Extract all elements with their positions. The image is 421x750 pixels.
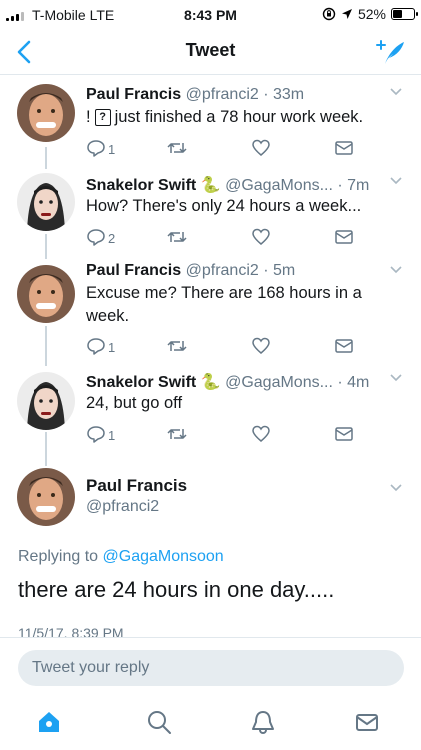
tweet-actions: 1 [86, 139, 386, 159]
user-handle: @GagaMons... [225, 177, 333, 194]
battery-fill [393, 10, 403, 18]
message-button[interactable] [334, 228, 354, 249]
display-name[interactable]: Snakelor Swift [86, 374, 196, 391]
reply-button[interactable]: 1 [86, 425, 115, 446]
user-handle: @pfranci2 [185, 262, 259, 279]
main-tweet-text: there are 24 hours in one day..... [18, 577, 335, 602]
lock-rotation-icon [322, 7, 336, 21]
reply-count: 2 [108, 231, 116, 246]
reply-count: 1 [108, 428, 116, 443]
like-icon [251, 337, 271, 358]
tweet-time: 33m [273, 86, 305, 103]
replying-to: Replying to @GagaMonsoon [18, 548, 224, 565]
user-handle[interactable]: @pfranci2 [86, 498, 159, 516]
reply-button[interactable]: 1 [86, 337, 115, 358]
messages-icon[interactable] [353, 708, 381, 736]
retweet-button[interactable] [166, 337, 188, 358]
like-button[interactable] [251, 425, 271, 446]
reply-button[interactable]: 2 [86, 228, 115, 249]
page-title: Tweet [185, 40, 236, 60]
avatar[interactable] [17, 173, 75, 231]
retweet-icon [166, 139, 188, 160]
compose-icon[interactable] [375, 36, 407, 68]
home-icon[interactable] [35, 708, 63, 736]
like-button[interactable] [251, 337, 271, 358]
retweet-button[interactable] [166, 139, 188, 160]
chevron-down-icon[interactable] [389, 86, 403, 98]
message-button[interactable] [334, 425, 354, 446]
tweet-time: 7m [347, 177, 370, 194]
retweet-icon [166, 228, 188, 249]
chevron-down-icon[interactable] [389, 372, 403, 384]
retweet-icon [166, 337, 188, 358]
user-handle: @pfranci2 [185, 86, 259, 103]
display-name[interactable]: Paul Francis [86, 86, 181, 103]
tweet-text: 24, but go off [86, 394, 183, 412]
display-name[interactable]: Paul Francis [86, 476, 187, 496]
message-icon [334, 337, 354, 358]
reply-button[interactable]: 1 [86, 139, 115, 160]
chevron-down-icon[interactable] [389, 482, 403, 494]
avatar[interactable] [17, 372, 75, 430]
user-handle: @GagaMons... [225, 374, 333, 391]
tweet-text: !? just finished a 78 hour work week. [86, 108, 364, 127]
message-icon [334, 425, 354, 446]
display-name[interactable]: Snakelor Swift [86, 177, 196, 194]
like-button[interactable] [251, 139, 271, 160]
unknown-glyph-icon: ? [94, 109, 111, 127]
nav-bar: Tweet [0, 30, 421, 75]
like-button[interactable] [251, 228, 271, 249]
retweet-icon [166, 425, 188, 446]
message-icon [334, 139, 354, 160]
reply-count: 1 [108, 142, 116, 157]
location-icon [341, 9, 352, 19]
battery-icon [391, 8, 418, 20]
reply-icon [86, 425, 106, 446]
tweet-actions: 2 [86, 228, 386, 248]
avatar[interactable] [17, 468, 75, 526]
chevron-down-icon[interactable] [389, 175, 403, 187]
like-icon [251, 228, 271, 249]
avatar[interactable] [17, 84, 75, 142]
like-icon [251, 139, 271, 160]
reply-icon [86, 337, 106, 358]
tweet-actions: 1 [86, 425, 386, 445]
reply-icon [86, 139, 106, 160]
status-bar: T-Mobile LTE 8:43 PM 52% [0, 0, 421, 30]
tweet-time: 5m [273, 262, 296, 279]
message-button[interactable] [334, 139, 354, 160]
mention-link[interactable]: @GagaMonsoon [103, 548, 224, 565]
tab-bar [0, 694, 421, 750]
reply-count: 1 [108, 340, 116, 355]
tweet-actions: 1 [86, 337, 386, 357]
message-icon [334, 228, 354, 249]
reply-icon [86, 228, 106, 249]
snake-emoji-icon: 🐍 [200, 177, 221, 194]
tweet-time: 4m [347, 374, 370, 391]
tweet-text: Excuse me? There are 168 hours in a week… [86, 284, 362, 325]
reply-box[interactable] [18, 650, 404, 686]
retweet-button[interactable] [166, 228, 188, 249]
reply-input[interactable] [18, 650, 396, 686]
search-icon[interactable] [145, 708, 173, 736]
reply-bar [0, 637, 421, 695]
message-button[interactable] [334, 337, 354, 358]
tweet-text: How? There's only 24 hours a week... [86, 197, 362, 215]
notifications-icon[interactable] [249, 708, 277, 736]
avatar[interactable] [17, 265, 75, 323]
battery-percent: 52% [357, 6, 386, 22]
chevron-down-icon[interactable] [389, 264, 403, 276]
like-icon [251, 425, 271, 446]
snake-emoji-icon: 🐍 [200, 374, 221, 391]
display-name[interactable]: Paul Francis [86, 262, 181, 279]
retweet-button[interactable] [166, 425, 188, 446]
